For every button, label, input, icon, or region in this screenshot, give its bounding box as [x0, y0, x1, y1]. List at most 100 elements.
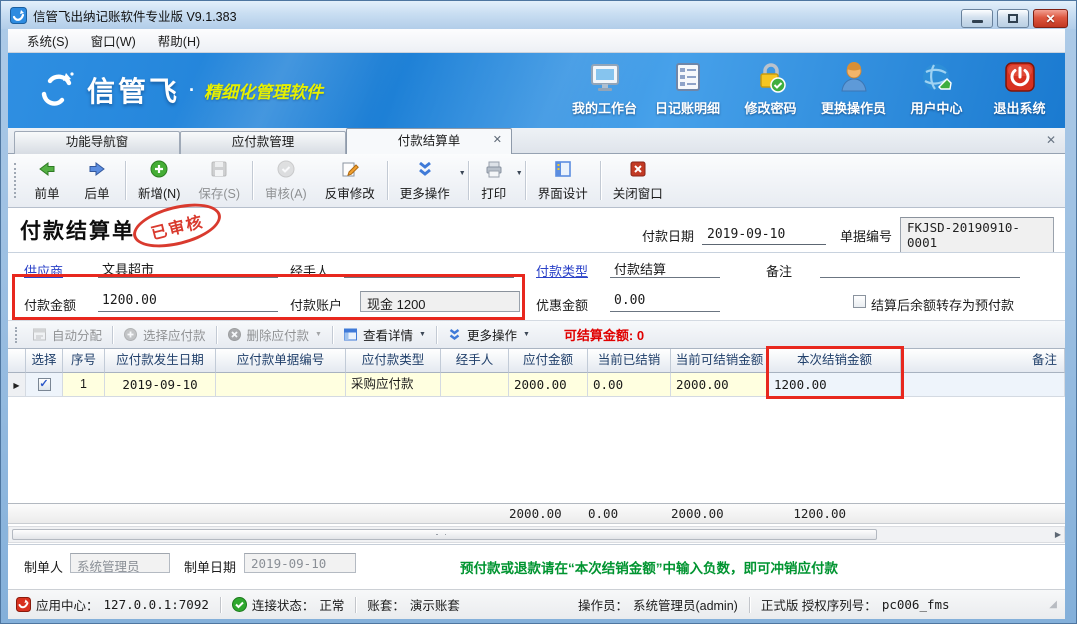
chevron-down-icon: ▼: [459, 170, 466, 177]
settleable-amount-label: 可结算金额:: [564, 328, 633, 343]
header-date[interactable]: 应付款发生日期: [105, 349, 216, 373]
header-seq[interactable]: 序号: [63, 349, 105, 373]
banner-action-journal[interactable]: 日记账明细: [646, 60, 729, 117]
banner-action-exit[interactable]: 退出系统: [978, 60, 1061, 117]
menu-system[interactable]: 系统(S): [16, 28, 80, 53]
connection-value: 正常: [319, 595, 344, 614]
status-account-set: 账套：演示账套: [367, 595, 460, 614]
header-select[interactable]: 选择: [26, 349, 63, 373]
banner-action-switch-operator[interactable]: 更换操作员: [812, 60, 895, 117]
toolbar-button-label: 前单: [34, 183, 59, 202]
total-spacer: [346, 504, 441, 523]
delete-payable-button: 删除应付款 ▼: [219, 325, 330, 344]
window-controls: ✕: [961, 9, 1068, 28]
detail-button-label: 自动分配: [52, 325, 102, 344]
header-indicator: [8, 349, 26, 373]
creator-field: 系统管理员: [70, 553, 170, 573]
banner-action-change-password[interactable]: 修改密码: [729, 60, 812, 117]
handler-label: 经手人: [290, 261, 329, 280]
unaudit-button[interactable]: 反审修改: [316, 154, 384, 207]
payment-type-field[interactable]: 付款结算: [610, 259, 720, 278]
supplier-label[interactable]: 供应商: [24, 261, 63, 280]
toolbar-separator: [125, 161, 126, 200]
audit-icon: [276, 159, 296, 179]
detail-more-actions-button[interactable]: 更多操作 ▼: [439, 325, 538, 344]
resize-grip-icon[interactable]: ◢: [1049, 599, 1057, 610]
banner-action-workbench[interactable]: 我的工作台: [563, 60, 646, 117]
connection-ok-icon: [232, 597, 247, 612]
header-payable[interactable]: 应付金额: [509, 349, 588, 373]
toolbar-button-label: 更多操作: [400, 183, 450, 202]
header-settled[interactable]: 当前已结销: [588, 349, 671, 373]
scrollbar-thumb[interactable]: [12, 529, 877, 540]
negative-amount-hint: 预付款或退款请在“本次结销金额”中输入负数，即可冲销应付款: [460, 557, 838, 577]
payment-date-field[interactable]: 2019-09-10: [702, 226, 826, 245]
supplier-field[interactable]: 文具超市: [98, 259, 278, 278]
remark-label: 备注: [766, 261, 792, 280]
toolbar-separator: [600, 161, 601, 200]
scrollbar-right-arrow-icon[interactable]: ▶: [1055, 530, 1061, 539]
more-actions-button[interactable]: 更多操作 ▼: [391, 154, 465, 207]
cell-remark[interactable]: [901, 373, 1065, 397]
discount-field[interactable]: 0.00: [610, 293, 720, 312]
ui-design-button[interactable]: 界面设计: [529, 154, 597, 207]
row-checkbox[interactable]: ✓: [38, 378, 51, 391]
tab-close-icon[interactable]: ✕: [493, 135, 502, 146]
app-logo-icon: [10, 7, 27, 24]
print-button[interactable]: 打印 ▼: [472, 154, 522, 207]
close-window-button[interactable]: 关闭窗口: [604, 154, 672, 207]
banner-action-user-center[interactable]: 用户中心: [895, 60, 978, 117]
prev-doc-button[interactable]: 前单: [22, 154, 72, 207]
tabstrip-close-icon[interactable]: ✕: [1046, 133, 1056, 147]
horizontal-scrollbar[interactable]: ▶: [8, 526, 1065, 543]
next-doc-button[interactable]: 后单: [72, 154, 122, 207]
next-arrow-icon: [87, 159, 107, 179]
operator-label: 操作员：: [578, 595, 628, 614]
header-doc-no[interactable]: 应付款单据编号: [216, 349, 346, 373]
total-available: 2000.00: [671, 504, 769, 523]
minimize-button[interactable]: [961, 9, 993, 28]
toolbar-grip[interactable]: [14, 163, 19, 198]
header-type[interactable]: 应付款类型: [346, 349, 441, 373]
amount-field[interactable]: 1200.00: [98, 293, 278, 312]
maximize-button[interactable]: [997, 9, 1029, 28]
header-remark[interactable]: 备注: [901, 349, 1065, 373]
tab-label: 功能导航窗: [66, 135, 129, 149]
tab-payables-mgmt[interactable]: 应付款管理: [180, 131, 346, 154]
banner-action-label: 用户中心: [910, 98, 962, 117]
header-current-settle[interactable]: 本次结销金额: [769, 349, 901, 373]
cell-type: 采购应付款: [346, 373, 441, 397]
toolbar-separator: [468, 161, 469, 200]
new-button[interactable]: 新增(N): [129, 154, 189, 207]
detail-button-label: 删除应付款: [247, 325, 310, 344]
cell-select[interactable]: ✓: [26, 373, 63, 397]
handler-field[interactable]: [344, 259, 514, 278]
account-field[interactable]: 现金 1200: [360, 291, 520, 312]
total-current-settle: 1200.00: [769, 504, 901, 523]
payment-type-label[interactable]: 付款类型: [536, 261, 588, 280]
tab-function-nav[interactable]: 功能导航窗: [14, 131, 180, 154]
table-row[interactable]: ▶ ✓ 1 2019-09-10 采购应付款 2000.00 0.00 2000…: [8, 373, 1065, 397]
transfer-prepaid-checkbox[interactable]: [853, 295, 866, 308]
app-window: 信管飞出纳记账软件专业版 V9.1.383 ✕ 系统(S) 窗口(W) 帮助(H…: [0, 0, 1077, 624]
workbench-monitor-icon: [588, 60, 622, 94]
maximize-icon: [1008, 14, 1018, 23]
menu-window[interactable]: 窗口(W): [80, 28, 147, 53]
close-button[interactable]: ✕: [1033, 9, 1068, 28]
delete-payable-icon: [227, 327, 242, 342]
operator-value: 系统管理员(admin): [633, 595, 738, 614]
header-handler[interactable]: 经手人: [441, 349, 509, 373]
document-area: 付款结算单 已审核 付款日期 2019-09-10 单据编号 FKJSD-201…: [8, 208, 1065, 589]
remark-field[interactable]: [820, 259, 1020, 278]
toolbar-grip[interactable]: [15, 327, 20, 343]
banner-action-label: 退出系统: [993, 98, 1045, 117]
exit-power-icon: [1003, 60, 1037, 94]
cell-current-settle[interactable]: 1200.00: [769, 373, 901, 397]
tab-payment-settlement[interactable]: 付款结算单 ✕: [346, 128, 512, 154]
header-available[interactable]: 当前可结销金额: [671, 349, 769, 373]
auto-assign-button: 自动分配: [24, 325, 110, 344]
view-detail-button[interactable]: 查看详情 ▼: [335, 325, 434, 344]
menu-help[interactable]: 帮助(H): [147, 28, 211, 53]
app-center-value: 127.0.0.1:7092: [104, 597, 209, 612]
total-spacer: [441, 504, 509, 523]
